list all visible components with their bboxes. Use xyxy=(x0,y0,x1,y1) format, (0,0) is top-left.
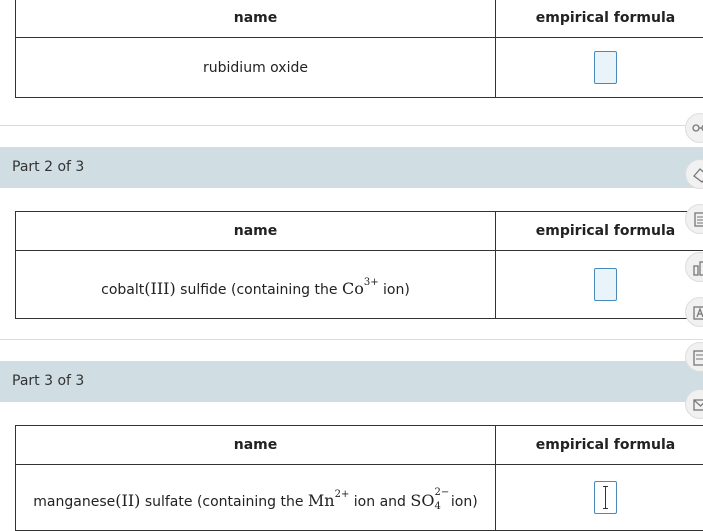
formula-input[interactable] xyxy=(594,51,617,84)
table-row: rubidium oxide xyxy=(16,38,703,98)
compound-name: cobalt(III) sulfide (containing the Co3+… xyxy=(16,251,496,319)
part2-label: Part 2 of 3 xyxy=(12,159,84,175)
table-row: manganese(II) sulfate (containing the Mn… xyxy=(16,465,703,531)
part3-table: name empirical formula manganese(II) sul… xyxy=(15,425,703,531)
mail-icon[interactable] xyxy=(685,389,703,419)
compound-name: rubidium oxide xyxy=(16,38,496,98)
formula-cell xyxy=(496,38,703,98)
table-header-row: name empirical formula xyxy=(16,0,703,38)
periodic-table-icon[interactable] xyxy=(685,297,703,327)
column-header-empirical-formula: empirical formula xyxy=(496,0,703,38)
formula-cell xyxy=(496,251,703,319)
text-cursor-icon xyxy=(605,486,606,509)
column-header-name: name xyxy=(16,0,496,38)
column-header-name: name xyxy=(16,212,496,251)
formula-input[interactable] xyxy=(594,268,617,301)
part3-header: Part 3 of 3 xyxy=(0,361,703,402)
compound-name: manganese(II) sulfate (containing the Mn… xyxy=(16,465,496,531)
divider xyxy=(0,125,703,126)
formula-input[interactable] xyxy=(594,481,617,514)
part2-table: name empirical formula cobalt(III) sulfi… xyxy=(15,211,703,319)
glasses-icon[interactable] xyxy=(685,113,703,143)
column-header-empirical-formula: empirical formula xyxy=(496,426,703,465)
column-header-empirical-formula: empirical formula xyxy=(496,212,703,251)
column-header-name: name xyxy=(16,426,496,465)
part2-header: Part 2 of 3 xyxy=(0,147,703,188)
part3-label: Part 3 of 3 xyxy=(12,373,84,389)
table-row: cobalt(III) sulfide (containing the Co3+… xyxy=(16,251,703,319)
table-header-row: name empirical formula xyxy=(16,426,703,465)
formula-cell xyxy=(496,465,703,531)
part1-table: name empirical formula rubidium oxide xyxy=(15,0,703,98)
divider xyxy=(0,339,703,340)
table-header-row: name empirical formula xyxy=(16,212,703,251)
